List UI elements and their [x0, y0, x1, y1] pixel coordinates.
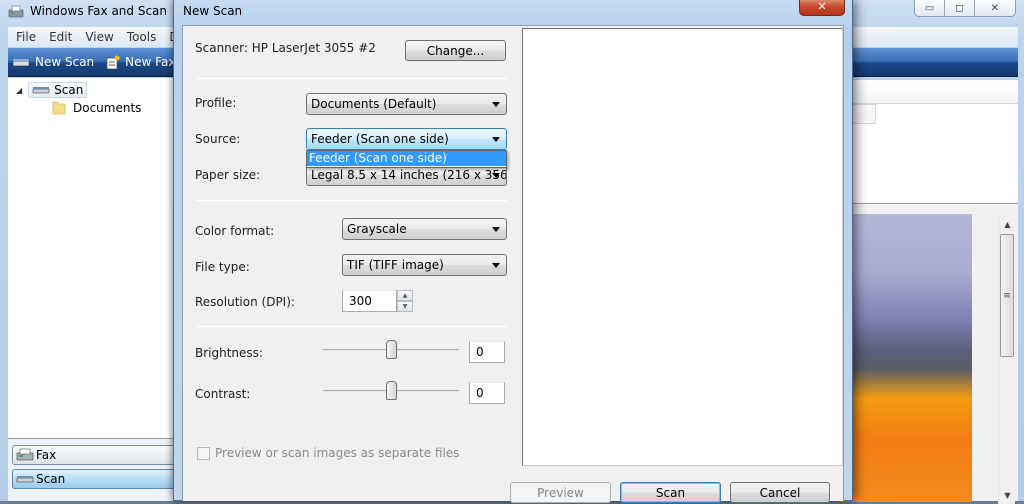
file-type-dropdown[interactable]: TIF (TIFF image)	[342, 254, 507, 276]
separator	[195, 326, 507, 327]
source-dropdown-list: Feeder (Scan one side)	[306, 150, 507, 168]
profile-value: Documents (Default)	[311, 97, 437, 111]
scanner-label: Scanner: HP LaserJet 3055 #2	[195, 41, 376, 55]
source-option-feeder-one-side[interactable]: Feeder (Scan one side)	[307, 151, 506, 166]
change-scanner-button[interactable]: Change...	[405, 40, 506, 61]
chevron-down-icon	[492, 227, 500, 232]
minimize-button[interactable]: ▭	[915, 0, 945, 16]
menu-tools[interactable]: Tools	[127, 30, 157, 44]
separator	[195, 200, 507, 201]
menu-file[interactable]: File	[16, 30, 36, 44]
separate-files-checkbox[interactable]	[197, 447, 210, 460]
brightness-input[interactable]: 0	[469, 341, 505, 363]
window-controls: ▭ ◻ ✕	[914, 0, 1016, 17]
brightness-slider[interactable]	[323, 339, 459, 361]
file-type-label: File type:	[195, 260, 250, 274]
tree-item-documents[interactable]: Documents	[52, 100, 141, 115]
profile-label: Profile:	[195, 96, 237, 110]
separator	[195, 78, 507, 79]
scanner-icon	[16, 476, 34, 483]
tree-item-scan-selection: Scan	[28, 82, 88, 98]
preview-scrollbar[interactable]: ▲ ≡ ▼	[998, 216, 1015, 504]
dialog-close-button[interactable]: ✕	[799, 0, 845, 16]
slider-thumb[interactable]	[386, 381, 397, 400]
scroll-down-icon[interactable]: ▼	[999, 487, 1016, 504]
new-fax-label: New Fax	[125, 55, 176, 69]
scanner-icon	[32, 87, 50, 94]
resolution-spinner: ▲ ▼	[397, 290, 413, 312]
cancel-button[interactable]: Cancel	[730, 482, 830, 503]
slider-thumb[interactable]	[386, 340, 397, 359]
contrast-input[interactable]: 0	[469, 382, 505, 404]
main-window-title: Windows Fax and Scan	[30, 4, 168, 18]
scroll-up-icon[interactable]: ▲	[999, 216, 1016, 233]
profile-dropdown[interactable]: Documents (Default)	[306, 93, 507, 115]
file-type-value: TIF (TIFF image)	[347, 258, 444, 272]
document-preview-pane: ▲ ≡ ▼	[840, 203, 1018, 504]
tree-item-scan-label: Scan	[54, 83, 84, 97]
color-format-value: Grayscale	[347, 222, 407, 236]
nav-scan-button[interactable]: Scan	[12, 469, 180, 489]
scan-preview-area	[522, 28, 843, 466]
source-dropdown[interactable]: Feeder (Scan one side)	[306, 128, 507, 150]
source-label: Source:	[195, 132, 241, 146]
tree-item-scan[interactable]: ◢ Scan	[16, 82, 88, 98]
nav-fax-button[interactable]: Fax	[12, 445, 180, 465]
color-format-dropdown[interactable]: Grayscale	[342, 218, 507, 240]
scanner-icon	[12, 59, 30, 67]
new-fax-button[interactable]: New Fax	[106, 55, 175, 70]
scan-button[interactable]: Scan	[620, 482, 721, 503]
contrast-label: Contrast:	[195, 387, 251, 401]
resolution-input[interactable]: 300	[342, 290, 397, 312]
new-scan-label: New Scan	[35, 55, 95, 69]
chevron-down-icon	[492, 173, 500, 178]
menu-view[interactable]: View	[85, 30, 113, 44]
chevron-down-icon	[492, 137, 500, 142]
paper-size-value: Legal 8.5 x 14 inches (216 x 356 mm)	[311, 168, 507, 182]
paper-size-label: Paper size:	[195, 168, 261, 182]
spin-up-icon[interactable]: ▲	[397, 290, 413, 301]
separate-files-label: Preview or scan images as separate files	[215, 446, 460, 460]
nav-scan-label: Scan	[36, 472, 66, 486]
resolution-label: Resolution (DPI):	[195, 295, 295, 309]
fax-scan-app-icon	[8, 5, 24, 18]
preview-button[interactable]: Preview	[510, 482, 611, 503]
nav-fax-label: Fax	[36, 448, 57, 462]
source-value: Feeder (Scan one side)	[311, 132, 449, 146]
scroll-thumb[interactable]: ≡	[1000, 234, 1014, 357]
chevron-down-icon	[492, 263, 500, 268]
navigation-pane: Fax Scan	[8, 438, 180, 501]
brightness-label: Brightness:	[195, 346, 263, 360]
scanned-image-preview	[840, 214, 972, 502]
spin-down-icon[interactable]: ▼	[397, 301, 413, 312]
list-header	[840, 80, 1018, 104]
color-format-label: Color format:	[195, 224, 275, 238]
maximize-button[interactable]: ◻	[945, 0, 975, 16]
dialog-title: New Scan	[183, 4, 243, 18]
tree-item-documents-label: Documents	[73, 100, 142, 115]
dialog-body: Scanner: HP LaserJet 3055 #2 Change... P…	[182, 25, 844, 503]
expand-arrow-icon[interactable]: ◢	[16, 86, 22, 95]
fax-icon	[16, 448, 34, 461]
new-fax-icon	[106, 55, 120, 69]
folder-icon	[52, 101, 66, 115]
menu-edit[interactable]: Edit	[49, 30, 72, 44]
contrast-slider[interactable]	[323, 380, 459, 402]
chevron-down-icon	[492, 102, 500, 107]
close-button[interactable]: ✕	[975, 0, 1015, 16]
new-scan-dialog: New Scan ✕ Scanner: HP LaserJet 3055 #2 …	[173, 0, 853, 503]
folder-tree: ◢ Scan Documents	[8, 78, 176, 438]
new-scan-button[interactable]: New Scan	[12, 55, 94, 69]
